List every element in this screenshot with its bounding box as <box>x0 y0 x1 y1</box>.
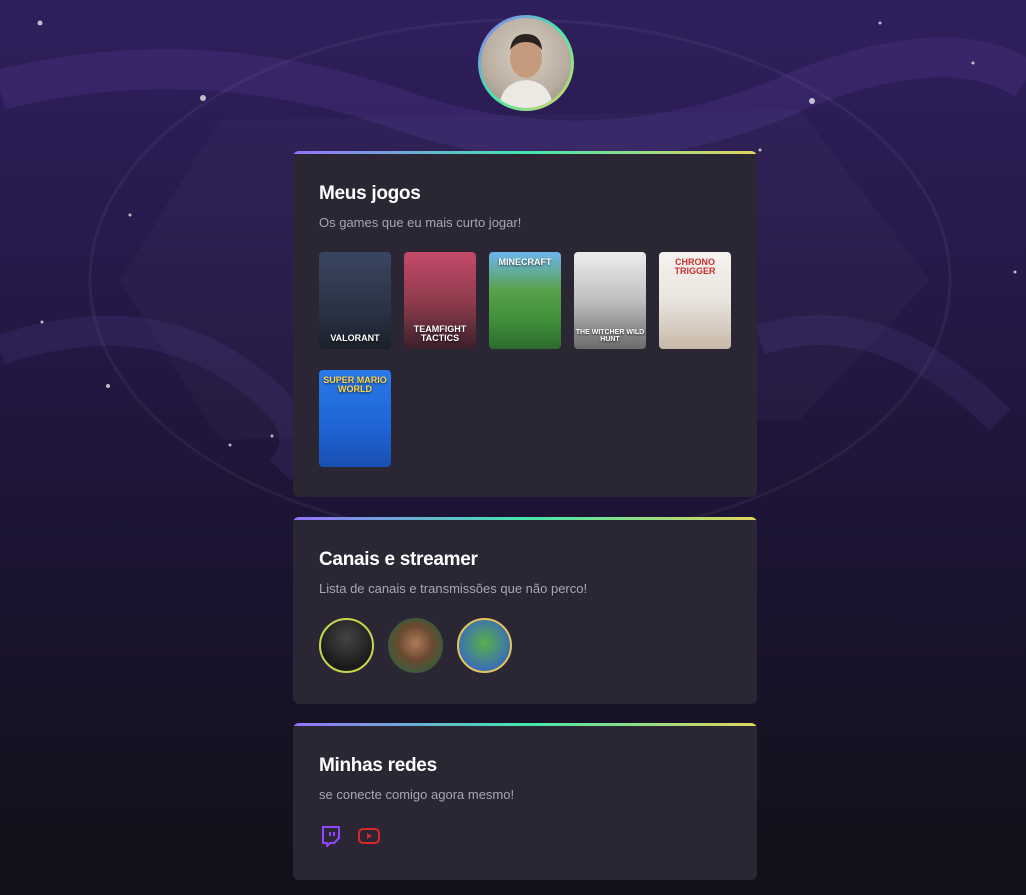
game-super-mario-world[interactable]: SUPER MARIO WORLD <box>319 370 391 467</box>
streamer-avatar[interactable] <box>388 618 443 673</box>
twitch-icon[interactable] <box>319 824 343 848</box>
games-list: VALORANT TEAMFIGHT TACTICS MINECRAFT THE… <box>319 252 731 467</box>
game-title: SUPER MARIO WORLD <box>323 375 387 394</box>
games-card-title: Meus jogos <box>319 183 421 204</box>
game-witcher[interactable]: THE WITCHER WILD HUNT <box>574 252 646 349</box>
streamers-list <box>319 618 731 673</box>
channels-card: Canais e streamer Lista de canais e tran… <box>293 517 757 704</box>
games-card-subtitle: Os games que eu mais curto jogar! <box>319 215 522 230</box>
socials-card: Minhas redes se conecte comigo agora mes… <box>293 723 757 880</box>
profile-avatar <box>478 15 574 111</box>
channels-card-title: Canais e streamer <box>319 549 478 570</box>
game-title: TEAMFIGHT TACTICS <box>413 324 467 343</box>
streamer-avatar[interactable] <box>319 618 374 673</box>
socials-card-title: Minhas redes <box>319 755 437 776</box>
game-title: CHRONO TRIGGER <box>674 257 716 276</box>
games-card: Meus jogos Os games que eu mais curto jo… <box>293 151 757 497</box>
streamer-avatar[interactable] <box>457 618 512 673</box>
social-links <box>319 824 731 848</box>
youtube-icon[interactable] <box>357 824 381 848</box>
game-title: MINECRAFT <box>498 257 552 267</box>
game-minecraft[interactable]: MINECRAFT <box>489 252 561 349</box>
game-chrono-trigger[interactable]: CHRONO TRIGGER <box>659 252 731 349</box>
socials-card-subtitle: se conecte comigo agora mesmo! <box>319 787 515 802</box>
game-teamfight-tactics[interactable]: TEAMFIGHT TACTICS <box>404 252 476 349</box>
channels-card-subtitle: Lista de canais e transmissões que não p… <box>319 581 588 596</box>
game-title: THE WITCHER WILD HUNT <box>575 329 645 343</box>
game-valorant[interactable]: VALORANT <box>319 252 391 349</box>
game-title: VALORANT <box>330 333 380 343</box>
avatar-photo <box>481 18 571 108</box>
